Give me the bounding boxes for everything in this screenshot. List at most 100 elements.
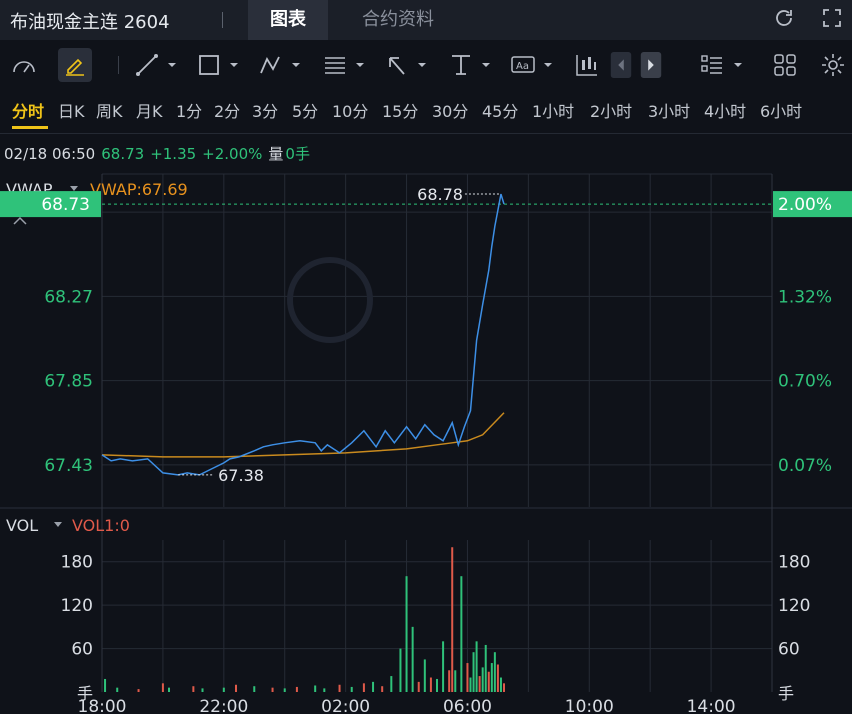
next-icon[interactable] (640, 52, 662, 78)
period-2[interactable]: 周K (96, 98, 123, 122)
volume-axis-tick: 120 (61, 596, 93, 616)
period-1[interactable]: 日K (58, 98, 85, 122)
volume-bar (503, 683, 505, 692)
tab-contract-info[interactable]: 合约资料 (340, 0, 456, 40)
fib-icon[interactable] (322, 52, 368, 78)
volume-axis-tick-right: 120 (778, 596, 810, 616)
period-7[interactable]: 5分 (292, 98, 318, 122)
gauge-icon[interactable] (10, 52, 38, 78)
candle-icon[interactable] (574, 52, 600, 78)
volume-bar (399, 648, 402, 692)
vol-indicator-label[interactable]: VOL (6, 516, 38, 535)
period-divider (0, 133, 852, 134)
header-bar: 布油现金主连 2604 图表 合约资料 (0, 0, 852, 40)
price-axis-tick: 68.27 (44, 287, 93, 307)
line-draw-icon[interactable] (134, 52, 180, 78)
volume-bar (436, 678, 438, 692)
volume-bar (484, 644, 487, 692)
volume-bar (460, 576, 463, 692)
quote-change: +1.35 (150, 145, 197, 163)
pct-axis-tick: 0.70% (778, 372, 832, 392)
time-axis-tick: 18:00 (78, 697, 127, 714)
volume-bar (405, 576, 408, 692)
period-11[interactable]: 45分 (482, 98, 518, 122)
watermark-logo (287, 257, 373, 343)
grid-icon[interactable] (772, 52, 798, 78)
period-15[interactable]: 4小时 (704, 98, 746, 122)
quote-change-pct: +2.00% (202, 145, 263, 163)
settings-icon[interactable] (820, 52, 846, 78)
period-9[interactable]: 15分 (382, 98, 418, 122)
volume-bar (423, 659, 426, 692)
chart-area[interactable]: VWAP VWAP:67.6968.2767.8567.431.32%0.70%0… (0, 170, 852, 714)
volume-bar (295, 686, 298, 692)
period-0[interactable]: 分时 (12, 98, 44, 122)
arrow-icon[interactable] (384, 52, 430, 78)
prev-icon[interactable] (610, 52, 632, 78)
volume-bar (222, 687, 225, 692)
volume-bar (283, 688, 286, 692)
svg-text:Aa: Aa (516, 61, 529, 72)
volume-unit-right: 手 (778, 684, 794, 703)
volume-bar (442, 641, 445, 692)
measure-icon[interactable] (448, 52, 494, 78)
volume-bar (104, 678, 107, 692)
period-4[interactable]: 1分 (176, 98, 202, 122)
time-axis-tick: 02:00 (321, 697, 370, 714)
quote-volume: 0手 (285, 145, 310, 163)
volume-bar (411, 626, 414, 692)
price-axis-tick: 67.43 (44, 456, 93, 476)
period-3[interactable]: 月K (136, 98, 163, 122)
volume-bar (478, 676, 481, 692)
volume-bar (499, 677, 502, 692)
volume-bar (192, 686, 195, 692)
volume-bar (116, 687, 119, 692)
text-icon[interactable]: Aa (510, 52, 556, 78)
layout-icon[interactable] (700, 52, 746, 78)
period-selector: 分时 日K 周K 月K 1分 2分 3分 5分 10分 15分 30分 45分 1小时 2小时 3小时 4小时… (0, 90, 852, 130)
volume-bar (253, 686, 256, 692)
volume-bar (314, 685, 317, 692)
refresh-icon[interactable] (772, 6, 796, 30)
period-14[interactable]: 3小时 (648, 98, 690, 122)
period-8[interactable]: 10分 (332, 98, 368, 122)
current-pct-label: 2.00% (778, 195, 832, 215)
current-price-label: 68.73 (41, 195, 90, 215)
period-16[interactable]: 6小时 (760, 98, 802, 122)
quote-price: 68.73 (101, 145, 145, 163)
period-5[interactable]: 2分 (214, 98, 240, 122)
high-annotation: 68.78 (417, 185, 463, 204)
pct-axis-tick: 0.07% (778, 456, 832, 476)
volume-bar (496, 664, 499, 692)
pattern-icon[interactable] (258, 52, 304, 78)
vol-dropdown-icon[interactable] (54, 522, 62, 527)
quote-volume-label: 量 (268, 145, 284, 163)
volume-bar (350, 686, 353, 692)
volume-bar (469, 677, 472, 692)
low-annotation: 67.38 (218, 466, 264, 485)
volume-bar (390, 676, 393, 692)
collapse-chevron-up-icon[interactable] (13, 216, 27, 225)
volume-bar (454, 670, 457, 692)
period-12[interactable]: 1小时 (532, 98, 574, 122)
quote-datetime: 02/18 06:50 (4, 145, 96, 163)
vwap-line (101, 412, 505, 458)
rectangle-icon[interactable] (196, 52, 242, 78)
volume-bar (493, 652, 496, 692)
instrument-title: 布油现金主连 2604 (10, 12, 170, 33)
volume-axis-tick: 60 (71, 640, 93, 660)
period-6[interactable]: 3分 (252, 98, 278, 122)
volume-bar (323, 688, 326, 692)
toolbar-divider (118, 56, 119, 74)
vol-indicator-value: VOL1:0 (72, 516, 130, 535)
tab-chart[interactable]: 图表 (248, 0, 328, 40)
volume-axis-tick-right: 60 (778, 640, 800, 660)
period-13[interactable]: 2小时 (590, 98, 632, 122)
volume-bar (338, 684, 341, 692)
pct-axis-tick: 1.32% (778, 287, 832, 307)
fullscreen-icon[interactable] (820, 6, 844, 30)
vwap-dropdown-icon[interactable] (70, 186, 78, 191)
period-10[interactable]: 30分 (432, 98, 468, 122)
pencil-icon[interactable] (62, 52, 88, 78)
drawing-toolbar: Aa (0, 40, 852, 90)
